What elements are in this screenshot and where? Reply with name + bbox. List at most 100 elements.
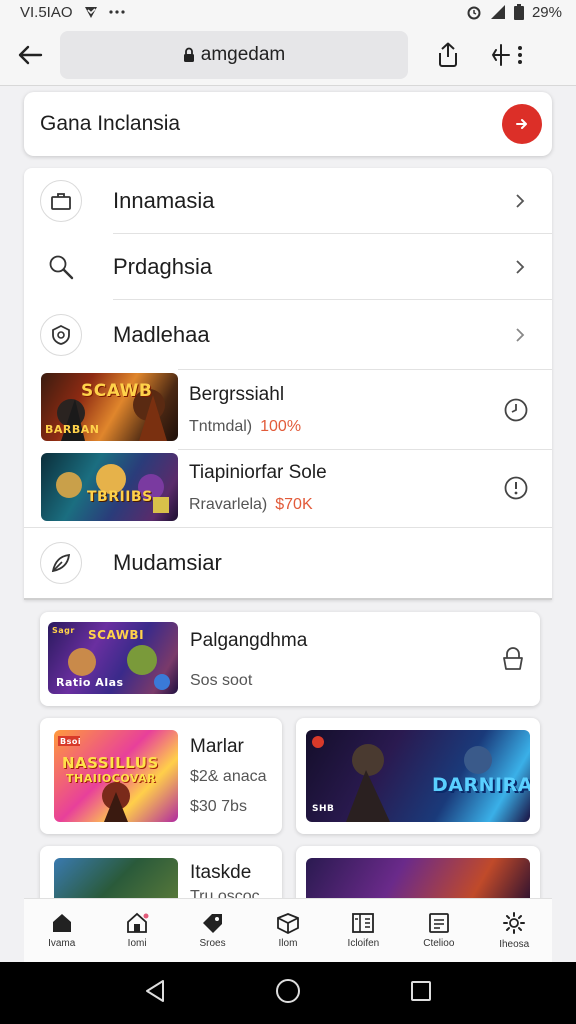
game-subtitle: Sos soot	[190, 672, 253, 689]
menu-item-label: Innamasia	[113, 188, 215, 213]
arrow-right-icon	[516, 119, 527, 129]
game-highlight: 100%	[260, 418, 302, 435]
list-doc-icon	[428, 913, 449, 933]
house-outline-icon	[127, 912, 149, 933]
featured-game-card[interactable]: SCAWBI Sagr Ratio Alas Palgangdhma Sos s…	[40, 612, 540, 706]
game-price-secondary: $30 7bs	[190, 798, 247, 815]
game-title: Tiapiniorfar Sole	[189, 462, 327, 483]
page-header-card: Gana Inclansia	[24, 92, 552, 156]
nav-item-home[interactable]: Ivama	[24, 899, 99, 962]
game-art-title: DARNIRA	[432, 774, 530, 796]
status-time: VI.5IAO	[20, 3, 73, 21]
info-icon	[504, 476, 528, 500]
more-dots-icon	[108, 10, 125, 14]
game-thumbnail: NASSILLUS THAIIOCOVAR Bsoi	[54, 730, 178, 822]
circle-home-icon	[275, 978, 300, 1003]
nav-item-icloifen[interactable]: Icloifen	[326, 899, 401, 962]
chevron-right-icon	[512, 257, 528, 277]
game-art-subtitle: THAIIOCOVAR	[66, 772, 157, 785]
game-highlight: $70K	[275, 496, 313, 513]
nav-label: Ivama	[48, 938, 76, 949]
home-icon	[52, 914, 71, 932]
nav-label: Iheosa	[499, 939, 530, 950]
game-title: Itaskde	[190, 862, 252, 883]
menu-list-card: Innamasia Prdaghsia Madlehaa SCAWB BARBA…	[24, 168, 552, 600]
game-art-corner: Ratio Alas	[56, 676, 124, 689]
game-card[interactable]: Itaskde Tru oscoc	[40, 846, 282, 906]
game-title: Bergrssiahl	[189, 384, 285, 405]
game-art-badge: Sagr	[52, 626, 75, 635]
nav-label: Ctelioo	[423, 938, 455, 949]
game-art-corner: SHB	[312, 804, 335, 814]
nav-item-ctelioo[interactable]: Ctelioo	[401, 899, 476, 962]
game-art-title: TBRIIBS	[87, 489, 153, 505]
header-action-button[interactable]	[502, 104, 542, 144]
menu-item-prdaghsia[interactable]: Prdaghsia	[24, 234, 552, 300]
leaf-icon	[40, 542, 82, 584]
lock-icon	[503, 647, 523, 670]
game-card[interactable]: NASSILLUS THAIIOCOVAR Bsoi Marlar $2& an…	[40, 718, 282, 834]
address-bar[interactable]: amgedam	[60, 30, 408, 79]
search-icon	[40, 246, 82, 288]
browser-menu-button[interactable]	[476, 30, 536, 80]
system-back-button[interactable]	[144, 979, 166, 1008]
game-action-button[interactable]	[502, 474, 530, 502]
game-thumbnail: DARNIRA SHB	[306, 730, 530, 822]
arrow-left-icon	[18, 45, 43, 64]
menu-item-label: Madlehaa	[113, 322, 210, 347]
menu-item-label: Mudamsiar	[113, 550, 222, 575]
bottom-navigation: Ivama Iomi Sroes Ilom Icloifen Ctelioo I…	[24, 898, 552, 962]
share-button[interactable]	[420, 30, 476, 80]
gear-icon	[503, 912, 526, 934]
alarm-icon	[466, 4, 482, 20]
unlock-button[interactable]	[500, 646, 526, 677]
shield-check-icon	[83, 5, 99, 19]
nav-item-sroes[interactable]: Sroes	[175, 899, 250, 962]
game-subtitle: Tntmdal) 100%	[189, 418, 302, 435]
cube-icon	[277, 913, 299, 934]
shield-gear-icon	[40, 314, 82, 356]
url-text: amgedam	[200, 43, 286, 65]
triangle-back-icon	[146, 979, 165, 1002]
kebab-menu-icon	[518, 45, 522, 64]
nav-item-iomi[interactable]: Iomi	[99, 899, 174, 962]
menu-item-innamasia[interactable]: Innamasia	[24, 168, 552, 234]
nav-item-iheosa[interactable]: Iheosa	[477, 899, 552, 962]
game-title: Marlar	[190, 736, 244, 757]
game-price: $2& anaca	[190, 768, 267, 785]
system-navigation-bar	[0, 962, 576, 1024]
back-button[interactable]	[0, 30, 60, 80]
nav-label: Sroes	[199, 938, 226, 949]
lock-icon	[183, 47, 194, 62]
nav-item-ilom[interactable]: Ilom	[250, 899, 325, 962]
system-home-button[interactable]	[275, 978, 301, 1009]
game-thumbnail: SCAWB BARBAN	[41, 373, 178, 441]
game-list-item[interactable]: SCAWB BARBAN Bergrssiahl Tntmdal) 100%	[24, 370, 552, 450]
battery-level: 29%	[531, 3, 562, 21]
game-subtitle: Rravarlela) $70K	[189, 496, 313, 513]
battery-icon	[513, 4, 524, 20]
page-title: Gana Inclansia	[40, 112, 181, 135]
game-card[interactable]	[296, 846, 540, 906]
game-art-title: NASSILLUS	[62, 754, 159, 772]
system-recents-button[interactable]	[410, 980, 432, 1007]
status-bar: VI.5IAO 29%	[0, 0, 576, 24]
game-card[interactable]: DARNIRA SHB	[296, 718, 540, 834]
signal-icon	[490, 4, 506, 20]
game-art-title: SCAWBI	[88, 628, 145, 642]
game-art-badge: Bsoi	[60, 737, 82, 746]
share-icon	[439, 42, 457, 67]
chevron-right-icon	[512, 325, 528, 345]
grid-doc-icon	[352, 913, 375, 933]
menu-item-mudamsiar[interactable]: Mudamsiar	[24, 528, 552, 598]
extension-icon	[491, 43, 510, 66]
game-art-title: SCAWB	[81, 381, 153, 401]
game-art-corner: BARBAN	[45, 423, 100, 436]
menu-item-madlehaa[interactable]: Madlehaa	[24, 300, 552, 370]
game-action-button[interactable]	[502, 396, 530, 424]
game-thumbnail: SCAWBI Sagr Ratio Alas	[48, 622, 178, 694]
tag-icon	[202, 914, 222, 933]
nav-label: Icloifen	[347, 938, 380, 949]
game-list-item[interactable]: TBRIIBS Tiapiniorfar Sole Rravarlela) $70…	[24, 450, 552, 528]
menu-item-label: Prdaghsia	[113, 254, 213, 279]
